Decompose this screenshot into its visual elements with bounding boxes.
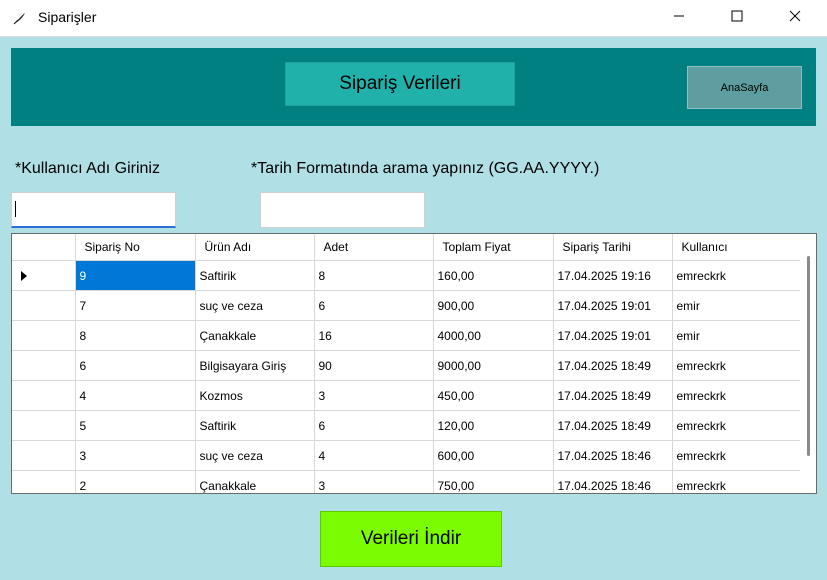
table-cell[interactable]: 17.04.2025 19:16: [553, 260, 673, 291]
scrollbar-thumb[interactable]: [807, 256, 810, 456]
table-row[interactable]: 2 Çanakkale 3 750,00 17.04.2025 18:46 em…: [12, 470, 803, 493]
table-cell[interactable]: 17.04.2025 19:01: [553, 320, 673, 351]
table-cell[interactable]: 7: [75, 290, 196, 321]
table-row[interactable]: 7 suç ve ceza 6 900,00 17.04.2025 19:01 …: [12, 290, 803, 321]
column-header[interactable]: Sipariş No: [75, 234, 196, 261]
date-search-label: *Tarih Formatında arama yapınız (GG.AA.Y…: [251, 160, 600, 177]
row-header[interactable]: [12, 260, 76, 291]
page-title: Sipariş Verileri: [285, 62, 515, 106]
table-cell[interactable]: Saftirik: [195, 260, 315, 291]
table-cell[interactable]: emreckrk: [672, 260, 803, 291]
vertical-scrollbar[interactable]: [800, 234, 816, 493]
table-cell[interactable]: 17.04.2025 18:49: [553, 380, 673, 411]
table-row[interactable]: 5 Saftirik 6 120,00 17.04.2025 18:49 emr…: [12, 410, 803, 441]
minimize-icon: [673, 9, 685, 27]
table-cell[interactable]: 6: [314, 290, 434, 321]
row-header[interactable]: [12, 350, 76, 381]
table-row[interactable]: 9 Saftirik 8 160,00 17.04.2025 19:16 emr…: [12, 260, 803, 291]
row-header[interactable]: [12, 470, 76, 493]
table-cell[interactable]: 900,00: [433, 290, 554, 321]
table-cell[interactable]: Çanakkale: [195, 470, 315, 493]
table-cell[interactable]: 17.04.2025 18:46: [553, 470, 673, 493]
row-header-corner: [12, 234, 76, 261]
row-header[interactable]: [12, 320, 76, 351]
table-cell[interactable]: 4000,00: [433, 320, 554, 351]
table-cell[interactable]: 16: [314, 320, 434, 351]
table-row[interactable]: 3 suç ve ceza 4 600,00 17.04.2025 18:46 …: [12, 440, 803, 471]
table-cell[interactable]: suç ve ceza: [195, 440, 315, 471]
table-cell[interactable]: emreckrk: [672, 350, 803, 381]
table-cell[interactable]: Saftirik: [195, 410, 315, 441]
table-row[interactable]: 4 Kozmos 3 450,00 17.04.2025 18:49 emrec…: [12, 380, 803, 411]
table-cell[interactable]: 17.04.2025 18:49: [553, 410, 673, 441]
table-cell[interactable]: Kozmos: [195, 380, 315, 411]
column-header[interactable]: Ürün Adı: [195, 234, 315, 261]
column-header[interactable]: Sipariş Tarihi: [553, 234, 673, 261]
close-button[interactable]: [772, 0, 818, 36]
column-header[interactable]: Toplam Fiyat: [433, 234, 554, 261]
table-cell[interactable]: emreckrk: [672, 410, 803, 441]
table-cell[interactable]: 4: [75, 380, 196, 411]
row-header[interactable]: [12, 290, 76, 321]
row-header[interactable]: [12, 440, 76, 471]
table-cell[interactable]: 17.04.2025 19:01: [553, 290, 673, 321]
table-cell[interactable]: emreckrk: [672, 380, 803, 411]
table-cell[interactable]: 3: [75, 440, 196, 471]
table-cell[interactable]: 9000,00: [433, 350, 554, 381]
table-cell[interactable]: 6: [314, 410, 434, 441]
table-cell[interactable]: 90: [314, 350, 434, 381]
table-cell[interactable]: 4: [314, 440, 434, 471]
table-row[interactable]: 6 Bilgisayara Giriş 90 9000,00 17.04.202…: [12, 350, 803, 381]
table-cell[interactable]: 6: [75, 350, 196, 381]
table-cell[interactable]: 750,00: [433, 470, 554, 493]
row-header[interactable]: [12, 380, 76, 411]
table-header-row: Sipariş No Ürün Adı Adet Toplam Fiyat Si…: [12, 234, 803, 261]
maximize-button[interactable]: [714, 0, 760, 36]
table-cell[interactable]: 17.04.2025 18:49: [553, 350, 673, 381]
table-cell[interactable]: 160,00: [433, 260, 554, 291]
table-cell[interactable]: suç ve ceza: [195, 290, 315, 321]
column-header[interactable]: Adet: [314, 234, 434, 261]
table-cell[interactable]: 3: [314, 380, 434, 411]
username-label: *Kullanıcı Adı Giriniz: [15, 160, 160, 177]
table-cell[interactable]: 8: [314, 260, 434, 291]
row-header[interactable]: [12, 410, 76, 441]
table-row[interactable]: 8 Çanakkale 16 4000,00 17.04.2025 19:01 …: [12, 320, 803, 351]
home-button[interactable]: AnaSayfa: [687, 66, 802, 109]
table-cell[interactable]: 450,00: [433, 380, 554, 411]
table-cell[interactable]: 120,00: [433, 410, 554, 441]
table-cell[interactable]: 9: [75, 260, 196, 291]
close-icon: [789, 9, 801, 27]
table-cell[interactable]: Çanakkale: [195, 320, 315, 351]
table-cell[interactable]: 17.04.2025 18:46: [553, 440, 673, 471]
table-cell[interactable]: 8: [75, 320, 196, 351]
orders-table: Sipariş No Ürün Adı Adet Toplam Fiyat Si…: [12, 234, 803, 493]
table-cell[interactable]: emreckrk: [672, 440, 803, 471]
table-cell[interactable]: 5: [75, 410, 196, 441]
username-input[interactable]: [11, 192, 176, 228]
minimize-button[interactable]: [656, 0, 702, 36]
text-caret: [15, 201, 16, 217]
table-cell[interactable]: Bilgisayara Giriş: [195, 350, 315, 381]
row-pointer-icon: [21, 271, 27, 281]
table-cell[interactable]: emir: [672, 290, 803, 321]
column-header[interactable]: Kullanıcı: [672, 234, 803, 261]
date-search-input[interactable]: [260, 192, 425, 228]
feather-icon: [12, 10, 28, 26]
table-cell[interactable]: emreckrk: [672, 470, 803, 493]
table-cell[interactable]: 2: [75, 470, 196, 493]
maximize-icon: [731, 9, 743, 27]
orders-grid[interactable]: Sipariş No Ürün Adı Adet Toplam Fiyat Si…: [11, 233, 817, 494]
table-cell[interactable]: 3: [314, 470, 434, 493]
table-cell[interactable]: emir: [672, 320, 803, 351]
window-title: Siparişler: [38, 9, 97, 25]
download-data-button[interactable]: Verileri İndir: [320, 511, 502, 567]
table-cell[interactable]: 600,00: [433, 440, 554, 471]
title-bar: Siparişler: [0, 0, 827, 37]
